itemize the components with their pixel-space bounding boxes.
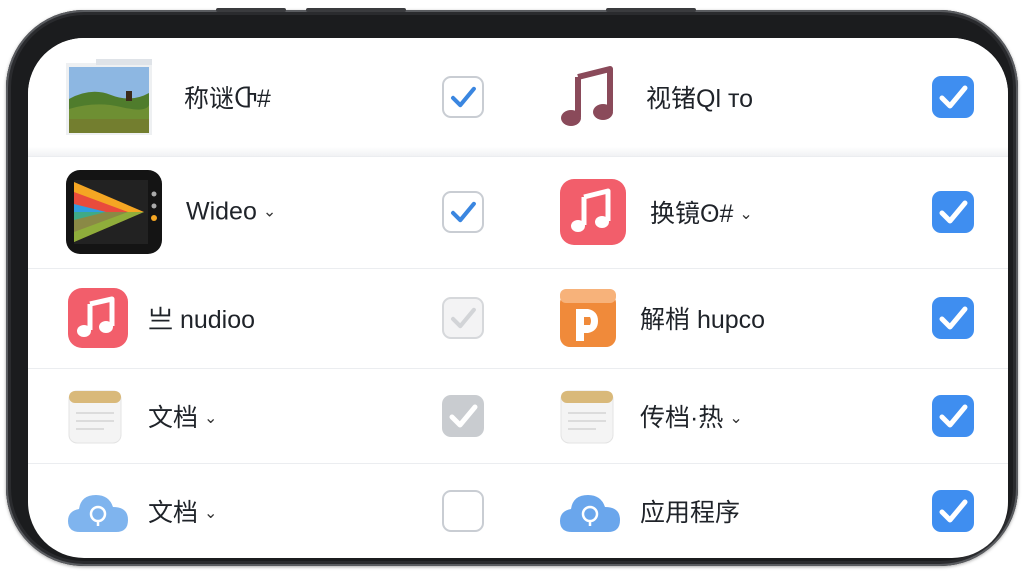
chevron-down-icon[interactable]: ⌄ bbox=[729, 410, 742, 427]
list-row: 亗 nudioo 解梢 hupco bbox=[28, 268, 1008, 369]
list-item-right[interactable]: 应用程序 bbox=[518, 463, 1008, 558]
phone-side-button bbox=[606, 8, 696, 12]
item-label: 应用程序 bbox=[640, 498, 741, 527]
item-label: 视锗Ql то bbox=[646, 85, 754, 113]
item-label: 解梢 hupco bbox=[640, 306, 766, 334]
checkbox[interactable] bbox=[932, 191, 974, 233]
item-label-text: 文档 bbox=[148, 498, 199, 527]
item-label: 传档·热 ⌄ bbox=[640, 398, 743, 434]
orange-document-icon bbox=[558, 287, 618, 349]
checkbox[interactable] bbox=[442, 297, 484, 339]
list-row: 称谜Ⴇ# 视锗Ql то bbox=[28, 38, 1008, 157]
list-row: 文档 ⌄ 传档·热 ⌄ bbox=[28, 368, 1008, 464]
music-app-icon bbox=[68, 288, 128, 348]
item-label: 文档 ⌄ bbox=[148, 493, 217, 529]
checkbox[interactable] bbox=[932, 297, 974, 339]
music-app-icon bbox=[560, 179, 626, 245]
list-row: Wideo ⌄ 换镜ʘ# ⌄ bbox=[28, 156, 1008, 269]
phone-frame: 称谜Ⴇ# 视锗Ql то Wideo ⌄ 换镜ʘ# ⌄ 亗 nudioo 解梢 … bbox=[6, 8, 1018, 566]
music-note-icon bbox=[558, 65, 618, 129]
item-label-text: 传档·热 bbox=[640, 403, 724, 432]
checkbox[interactable] bbox=[442, 76, 484, 118]
list-item-left[interactable]: Wideo ⌄ bbox=[28, 156, 518, 268]
chevron-down-icon[interactable]: ⌄ bbox=[263, 204, 276, 221]
list-item-left[interactable]: 亗 nudioo bbox=[28, 268, 518, 368]
list-row: 文档 ⌄ 应用程序 bbox=[28, 463, 1008, 558]
list-item-right[interactable]: 传档·热 ⌄ bbox=[518, 368, 1008, 463]
item-label-text: Wideo bbox=[186, 197, 257, 226]
item-label: 换镜ʘ# ⌄ bbox=[650, 194, 753, 230]
phone-side-button bbox=[216, 8, 286, 12]
checkbox[interactable] bbox=[442, 394, 484, 437]
item-label: 亗 nudioo bbox=[148, 306, 256, 334]
checkbox[interactable] bbox=[932, 76, 974, 118]
cloud-icon bbox=[558, 486, 622, 536]
chevron-down-icon[interactable]: ⌄ bbox=[204, 410, 217, 427]
chevron-down-icon[interactable]: ⌄ bbox=[739, 206, 752, 223]
item-label-text: 文档 bbox=[148, 403, 199, 432]
checkbox[interactable] bbox=[932, 489, 974, 532]
phone-side-button bbox=[306, 8, 406, 12]
notes-calendar-icon bbox=[560, 387, 614, 445]
checkbox[interactable] bbox=[442, 191, 484, 233]
item-label: Wideo ⌄ bbox=[186, 198, 276, 227]
list-item-left[interactable]: 文档 ⌄ bbox=[28, 368, 518, 463]
item-label-text: 换镜ʘ# bbox=[650, 200, 734, 228]
screen: 称谜Ⴇ# 视锗Ql то Wideo ⌄ 换镜ʘ# ⌄ 亗 nudioo 解梢 … bbox=[28, 38, 1008, 558]
cloud-icon bbox=[66, 486, 130, 536]
list-item-left[interactable]: 文档 ⌄ bbox=[28, 463, 518, 558]
checkbox[interactable] bbox=[442, 489, 484, 532]
list-item-left[interactable]: 称谜Ⴇ# bbox=[28, 38, 518, 156]
list-item-right[interactable]: 解梢 hupco bbox=[518, 268, 1008, 368]
landscape-photo-icon bbox=[66, 59, 152, 135]
video-player-icon bbox=[66, 170, 162, 254]
list-item-right[interactable]: 视锗Ql то bbox=[518, 38, 1008, 156]
chevron-down-icon[interactable]: ⌄ bbox=[204, 505, 217, 522]
list-item-right[interactable]: 换镜ʘ# ⌄ bbox=[518, 156, 1008, 268]
item-label: 称谜Ⴇ# bbox=[184, 85, 271, 113]
item-label: 文档 ⌄ bbox=[148, 398, 217, 434]
checkbox[interactable] bbox=[932, 394, 974, 437]
notes-calendar-icon bbox=[68, 387, 122, 445]
